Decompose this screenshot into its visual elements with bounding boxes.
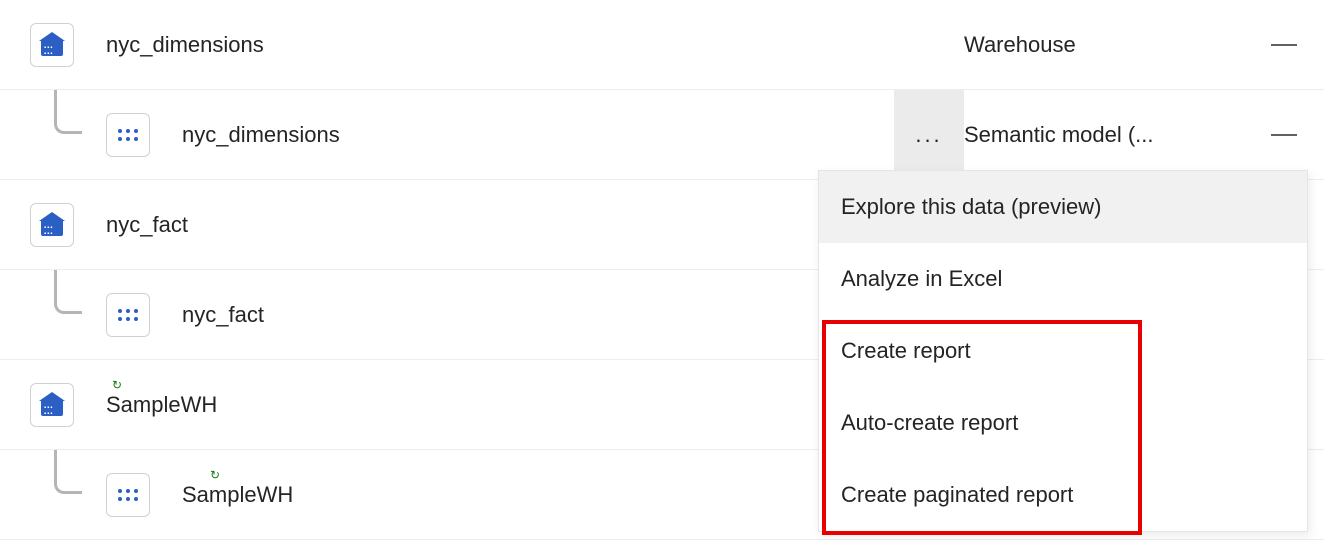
- warehouse-icon: ▪▪▪▪▪▪: [30, 203, 74, 247]
- menu-item-create-report[interactable]: Create report: [819, 315, 1307, 387]
- menu-item-auto-create-report[interactable]: Auto-create report: [819, 387, 1307, 459]
- semantic-model-icon: [106, 293, 150, 337]
- menu-item-explore-data[interactable]: Explore this data (preview): [819, 171, 1307, 243]
- context-menu: Explore this data (preview) Analyze in E…: [818, 170, 1308, 532]
- endorsement-dash: [1244, 134, 1324, 136]
- tree-elbow-icon: [54, 270, 82, 314]
- tree-elbow-icon: [54, 450, 82, 494]
- refresh-status-icon: ↻: [208, 468, 222, 482]
- item-name[interactable]: nyc_fact: [150, 302, 894, 328]
- item-name[interactable]: nyc_fact: [74, 212, 894, 238]
- warehouse-icon: ▪▪▪▪▪▪: [30, 23, 74, 67]
- item-name[interactable]: SampleWH: [150, 482, 894, 508]
- more-options-button[interactable]: ...: [894, 90, 964, 180]
- semantic-model-icon: [106, 473, 150, 517]
- item-name[interactable]: nyc_dimensions: [150, 122, 894, 148]
- item-name[interactable]: nyc_dimensions: [74, 32, 894, 58]
- warehouse-icon: ▪▪▪▪▪▪: [30, 383, 74, 427]
- item-type: Warehouse: [964, 32, 1244, 58]
- semantic-model-icon: [106, 113, 150, 157]
- refresh-status-icon: ↻: [110, 378, 124, 392]
- menu-item-analyze-excel[interactable]: Analyze in Excel: [819, 243, 1307, 315]
- list-row-semantic-model[interactable]: nyc_dimensions ... Semantic model (...: [0, 90, 1324, 180]
- item-type: Semantic model (...: [964, 122, 1244, 148]
- endorsement-dash: [1244, 44, 1324, 46]
- tree-elbow-icon: [54, 90, 82, 134]
- item-name[interactable]: SampleWH: [74, 392, 894, 418]
- menu-item-create-paginated-report[interactable]: Create paginated report: [819, 459, 1307, 531]
- list-row-warehouse[interactable]: ▪▪▪▪▪▪ nyc_dimensions Warehouse: [0, 0, 1324, 90]
